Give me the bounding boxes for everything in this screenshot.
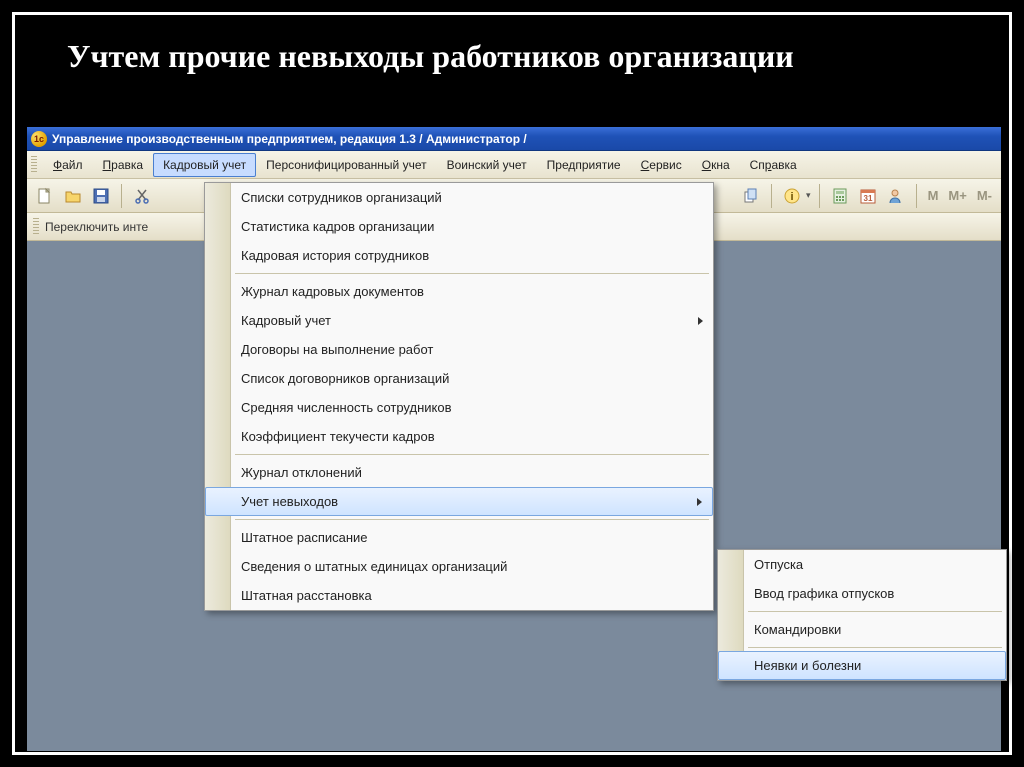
menubar-grip-icon	[31, 156, 37, 174]
new-document-icon[interactable]	[33, 184, 57, 208]
dropdown-separator	[235, 273, 709, 274]
open-folder-icon[interactable]	[61, 184, 85, 208]
dd-item-turnover-rate[interactable]: Коэффициент текучести кадров	[205, 422, 713, 451]
svg-text:31: 31	[863, 194, 872, 203]
titlebar: 1c Управление производственным предприят…	[27, 127, 1001, 151]
slide-body: Учтем прочие невыходы работников организ…	[27, 27, 997, 740]
slide-frame: Учтем прочие невыходы работников организ…	[0, 0, 1024, 767]
menu-mil[interactable]: Воинский учет	[437, 153, 537, 177]
calculator-icon[interactable]	[828, 184, 852, 208]
menu-help[interactable]: Справка	[740, 153, 807, 177]
calendar-icon[interactable]: 31	[856, 184, 880, 208]
memory-m-button[interactable]: M	[925, 188, 942, 203]
menu-edit[interactable]: Правка	[93, 153, 154, 177]
svg-text:i: i	[791, 191, 794, 203]
dd-item-staffing-arrangement[interactable]: Штатная расстановка	[205, 581, 713, 610]
user-icon[interactable]	[884, 184, 908, 208]
dd-sub-vacation-schedule[interactable]: Ввод графика отпусков	[718, 579, 1006, 608]
toolbar-separator	[771, 184, 772, 208]
info-icon[interactable]: i	[780, 184, 804, 208]
dd-item-hr-journal[interactable]: Журнал кадровых документов	[205, 277, 713, 306]
toolbar-separator	[819, 184, 820, 208]
dropdown-absences-submenu: Отпуска Ввод графика отпусков Командиров…	[717, 549, 1007, 681]
dd-sub-business-trips[interactable]: Командировки	[718, 615, 1006, 644]
copy-icon[interactable]	[739, 184, 763, 208]
dd-item-deviation-journal[interactable]: Журнал отклонений	[205, 458, 713, 487]
dd-item-label: Учет невыходов	[241, 494, 338, 509]
dd-item-hr-statistics[interactable]: Статистика кадров организации	[205, 212, 713, 241]
dd-item-contractors-list[interactable]: Список договорников организаций	[205, 364, 713, 393]
dd-item-label: Кадровый учет	[241, 313, 331, 328]
toolbar-separator	[916, 184, 917, 208]
dd-item-contracts[interactable]: Договоры на выполнение работ	[205, 335, 713, 364]
dropdown-separator	[748, 611, 1002, 612]
menu-win[interactable]: Окна	[692, 153, 740, 177]
cut-icon[interactable]	[130, 184, 154, 208]
memory-mplus-button[interactable]: M+	[945, 188, 969, 203]
app-logo-icon: 1c	[31, 131, 47, 147]
dd-item-staffing-info[interactable]: Сведения о штатных единицах организаций	[205, 552, 713, 581]
dd-item-avg-headcount[interactable]: Средняя численность сотрудников	[205, 393, 713, 422]
dd-item-staffing-schedule[interactable]: Штатное расписание	[205, 523, 713, 552]
memory-mminus-button[interactable]: M-	[974, 188, 995, 203]
switch-interface-button[interactable]: Переключить инте	[45, 220, 148, 234]
submenu-arrow-icon	[697, 498, 702, 506]
dd-item-absences[interactable]: Учет невыходов	[205, 487, 713, 516]
dropdown-separator	[235, 519, 709, 520]
dd-item-hr-records[interactable]: Кадровый учет	[205, 306, 713, 335]
toolbar-separator	[121, 184, 122, 208]
dd-item-employee-lists[interactable]: Списки сотрудников организаций	[205, 183, 713, 212]
submenu-arrow-icon	[698, 317, 703, 325]
menu-pers[interactable]: Персонифицированный учет	[256, 153, 436, 177]
menu-ent[interactable]: Предприятие	[537, 153, 631, 177]
menu-file[interactable]: Файл	[43, 153, 93, 177]
menu-svc[interactable]: Сервис	[631, 153, 692, 177]
menubar: Файл Правка Кадровый учет Персонифициров…	[27, 151, 1001, 179]
dd-sub-vacations[interactable]: Отпуска	[718, 550, 1006, 579]
dd-sub-noshows-illness[interactable]: Неявки и болезни	[718, 651, 1006, 680]
slide-title: Учтем прочие невыходы работников организ…	[27, 27, 997, 86]
dropdown-hr-menu: Списки сотрудников организаций Статистик…	[204, 182, 714, 611]
dd-item-hr-history[interactable]: Кадровая история сотрудников	[205, 241, 713, 270]
dropdown-arrow-icon[interactable]: ▾	[806, 190, 811, 201]
toolbar-grip-icon	[33, 218, 39, 236]
dropdown-separator	[748, 647, 1002, 648]
window-title: Управление производственным предприятием…	[52, 132, 527, 146]
menu-hr[interactable]: Кадровый учет	[153, 153, 256, 177]
save-icon[interactable]	[89, 184, 113, 208]
dropdown-separator	[235, 454, 709, 455]
